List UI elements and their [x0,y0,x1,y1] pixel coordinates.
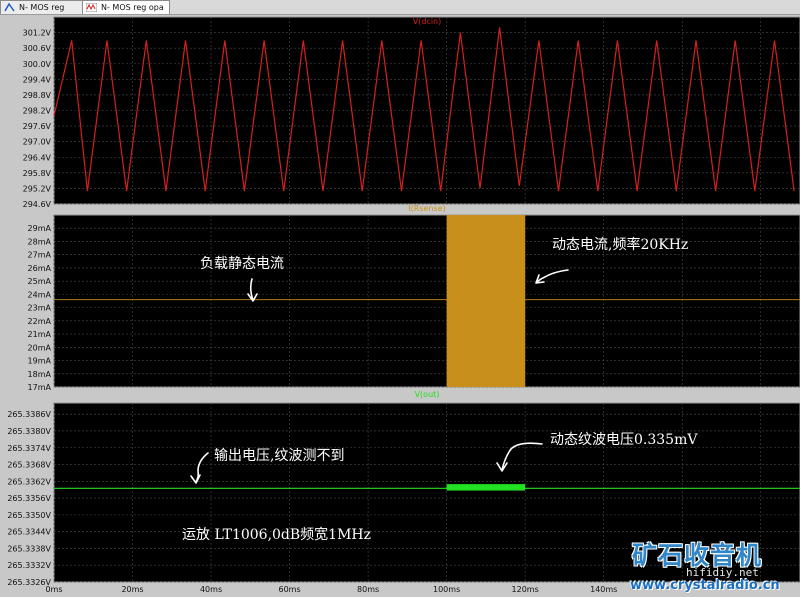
xtick-label: 120ms [512,585,539,594]
pane-2-ytick-label: 17mA [28,383,52,392]
pane-3-ytick-label: 265.3362V [7,477,51,486]
xtick-label: 40ms [200,585,222,594]
xtick-label: 140ms [590,585,617,594]
annotation-opamp-note: 运放 LT1006,0dB频宽1MHz [182,527,372,543]
xtick-label: 0ms [45,585,62,594]
pane-1-ytick-label: 297.0V [23,138,52,147]
pane-1-ytick-label: 298.8V [23,91,52,100]
annotation-output-voltage: 输出电压,纹波测不到 [214,448,345,464]
pane-3-ytick-label: 265.3380V [7,427,51,436]
waveform-viewer[interactable]: V(dcin) 301.2V 300.6V 300.0V 299.4V 298.8V 298… [0,15,800,597]
xtick-label: 60ms [279,585,301,594]
annotation-dynamic-ripple: 动态纹波电压0.335mV [550,432,698,448]
pane-1-ytick-label: 301.2V [23,29,52,38]
pane-2-ytick-label: 18mA [28,370,52,379]
xtick-label: 20ms [121,585,143,594]
pane-1-ytick-label: 294.6V [23,200,52,209]
pane-2-ytick-label: 29mA [28,224,52,233]
pane-3-ytick-label: 265.3386V [7,410,51,419]
pane-1-ytick-label: 295.8V [23,169,52,178]
pane-1-ytick-label: 298.2V [23,107,52,116]
series-vout-dynamic-band [446,484,526,491]
tab-waveform-label: N- MOS reg opa [101,3,164,12]
pane-2-ytick-label: 27mA [28,251,52,260]
annotation-load-static-current: 负载静态电流 [200,256,284,272]
pane-1-ytick-label: 297.6V [23,122,52,131]
waveform-plot-area: V(dcin) 301.2V 300.6V 300.0V 299.4V 298.8V 298… [0,15,800,597]
pane-2-title: I(Rsense) [408,204,445,213]
pane-1-ytick-label: 295.2V [23,184,52,193]
pane-1-ytick-label: 296.4V [23,153,52,162]
pane-3-ytick-label: 265.3344V [7,528,51,537]
pane-1-ytick-label: 300.0V [23,60,52,69]
pane-3-ytick-label: 265.3368V [7,461,51,470]
series-irsense-dynamic-band [446,215,526,387]
pane-2-ytick-label: 24mA [28,290,52,299]
pane-2-ytick-label: 25mA [28,277,52,286]
waveform-icon [86,3,97,12]
pane-2-ytick-label: 23mA [28,304,52,313]
tab-waveform[interactable]: N- MOS reg opa [82,0,170,14]
tab-bar: N- MOS reg opa N- MOS reg opa [0,0,800,25]
pane-2-ytick-label: 22mA [28,317,52,326]
pane-2-ytick-label: 21mA [28,330,52,339]
schematic-icon [4,3,15,12]
pane-1-title: V(dcin) [413,17,441,26]
watermark-url: www.crystalradio.cn [630,578,780,593]
tab-schematic[interactable]: N- MOS reg opa [0,0,86,25]
pane-3-title: V(out) [415,390,440,399]
pane-3-ytick-label: 265.3374V [7,444,51,453]
pane-2-ytick-label: 26mA [28,264,52,273]
pane-2-ytick-label: 28mA [28,237,52,246]
pane-3-ytick-label: 265.3356V [7,494,51,503]
pane-3-ytick-label: 265.3350V [7,511,51,520]
pane-2-ytick-label: 20mA [28,343,52,352]
annotation-dynamic-current: 动态电流,频率20KHz [552,237,689,253]
pane-2-ytick-label: 19mA [28,357,52,366]
xtick-label: 100ms [433,585,460,594]
xtick-label: 80ms [357,585,379,594]
pane-1-ytick-label: 299.4V [23,75,52,84]
pane-3-ytick-label: 265.3338V [7,544,51,553]
pane-1-ytick-label: 300.6V [23,44,52,53]
pane-3-ytick-label: 265.3332V [7,561,51,570]
watermark: 矿石收音机 hifidiy.net www.crystalradio.cn [628,536,800,597]
